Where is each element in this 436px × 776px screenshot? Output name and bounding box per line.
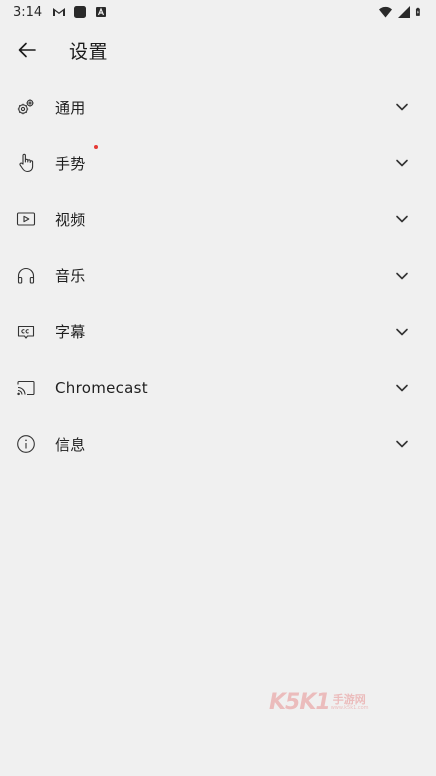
- status-notification-icons: [52, 5, 108, 19]
- page-title: 设置: [69, 40, 109, 63]
- arrow-left-icon: [18, 42, 36, 58]
- settings-item-video[interactable]: 视频: [0, 191, 436, 247]
- status-time: 3:14: [13, 4, 43, 20]
- battery-charging-icon: [415, 7, 420, 16]
- settings-item-general[interactable]: 通用: [0, 79, 436, 135]
- settings-item-label: 字幕: [55, 323, 86, 342]
- chevron-down-icon: [396, 103, 408, 111]
- watermark-brand: K5K1: [269, 690, 331, 715]
- cast-icon: [16, 378, 36, 398]
- watermark-url: www.k5k1.com: [330, 705, 369, 711]
- chevron-down-icon: [396, 440, 408, 448]
- status-bar: 3:14: [0, 0, 436, 24]
- settings-item-info[interactable]: 信息: [0, 416, 436, 472]
- settings-item-label: 通用: [55, 98, 86, 117]
- settings-item-music[interactable]: 音乐: [0, 248, 436, 304]
- chevron-down-icon: [396, 272, 408, 279]
- watermark-logo: K5K1 手游网 www.k5k1.com: [269, 690, 369, 715]
- settings-item-label: Chromecast: [55, 379, 148, 398]
- info-icon: [16, 434, 36, 454]
- text-a-icon: [96, 7, 107, 17]
- chevron-down-icon: [396, 384, 408, 392]
- chevron-down-icon: [396, 216, 408, 223]
- notification-badge: [93, 144, 98, 149]
- settings-item-subtitles[interactable]: 字幕: [0, 304, 436, 360]
- status-system-icons: [378, 5, 424, 19]
- settings-item-gestures[interactable]: 手势: [0, 135, 436, 191]
- video-play-icon: [16, 209, 36, 229]
- signal-icon: [398, 6, 410, 18]
- headphones-icon: [16, 266, 36, 286]
- settings-item-label: 视频: [55, 210, 86, 229]
- settings-item-label: 信息: [55, 435, 86, 454]
- wifi-icon: [379, 6, 392, 18]
- settings-item-label-text: 手势: [55, 154, 86, 173]
- app-bar: 设置: [0, 24, 436, 76]
- chevron-down-icon: [396, 328, 408, 336]
- closed-caption-icon: [16, 322, 36, 342]
- back-button[interactable]: [0, 24, 55, 76]
- chevron-down-icon: [396, 159, 408, 167]
- hand-pointer-icon: [16, 153, 36, 173]
- gmail-icon: [53, 8, 66, 16]
- app-square-icon: [74, 6, 87, 18]
- gears-icon: [16, 97, 36, 117]
- settings-list: 通用 手势 视频 音乐 字幕 Chromecast 信息: [0, 79, 436, 472]
- settings-item-chromecast[interactable]: Chromecast: [0, 360, 436, 416]
- watermark-text: 手游网 www.k5k1.com: [331, 694, 369, 711]
- watermark-cn: 手游网: [332, 693, 366, 706]
- settings-item-label: 手势: [55, 144, 98, 174]
- settings-item-label: 音乐: [55, 267, 86, 286]
